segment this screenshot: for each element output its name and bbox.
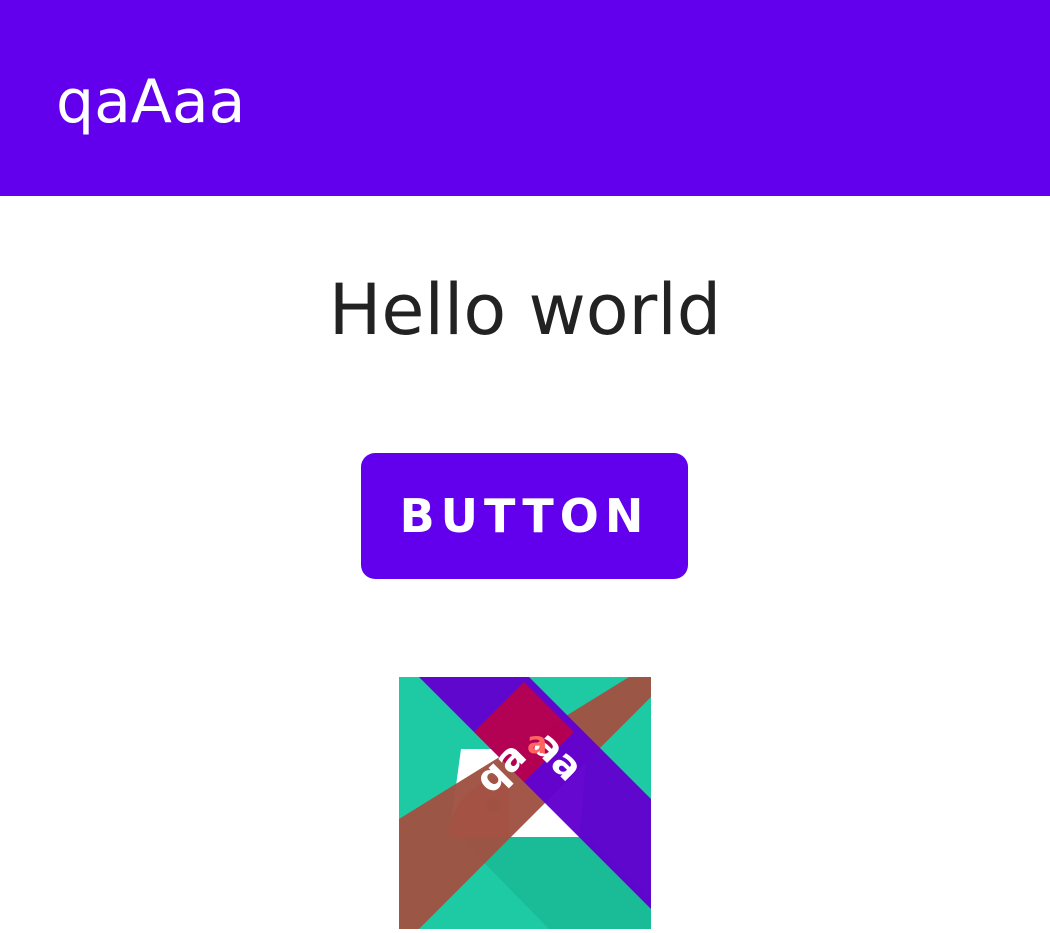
app-bar: qaAaa [0, 0, 1050, 196]
greeting-text: Hello world [328, 269, 722, 351]
main-button[interactable]: BUTTON [361, 453, 688, 579]
app-logo-icon: qa aa a [399, 677, 651, 929]
app-logo-image: qa aa a [399, 677, 651, 929]
app-title: qaAaa [56, 67, 246, 137]
svg-text:a: a [527, 726, 547, 761]
